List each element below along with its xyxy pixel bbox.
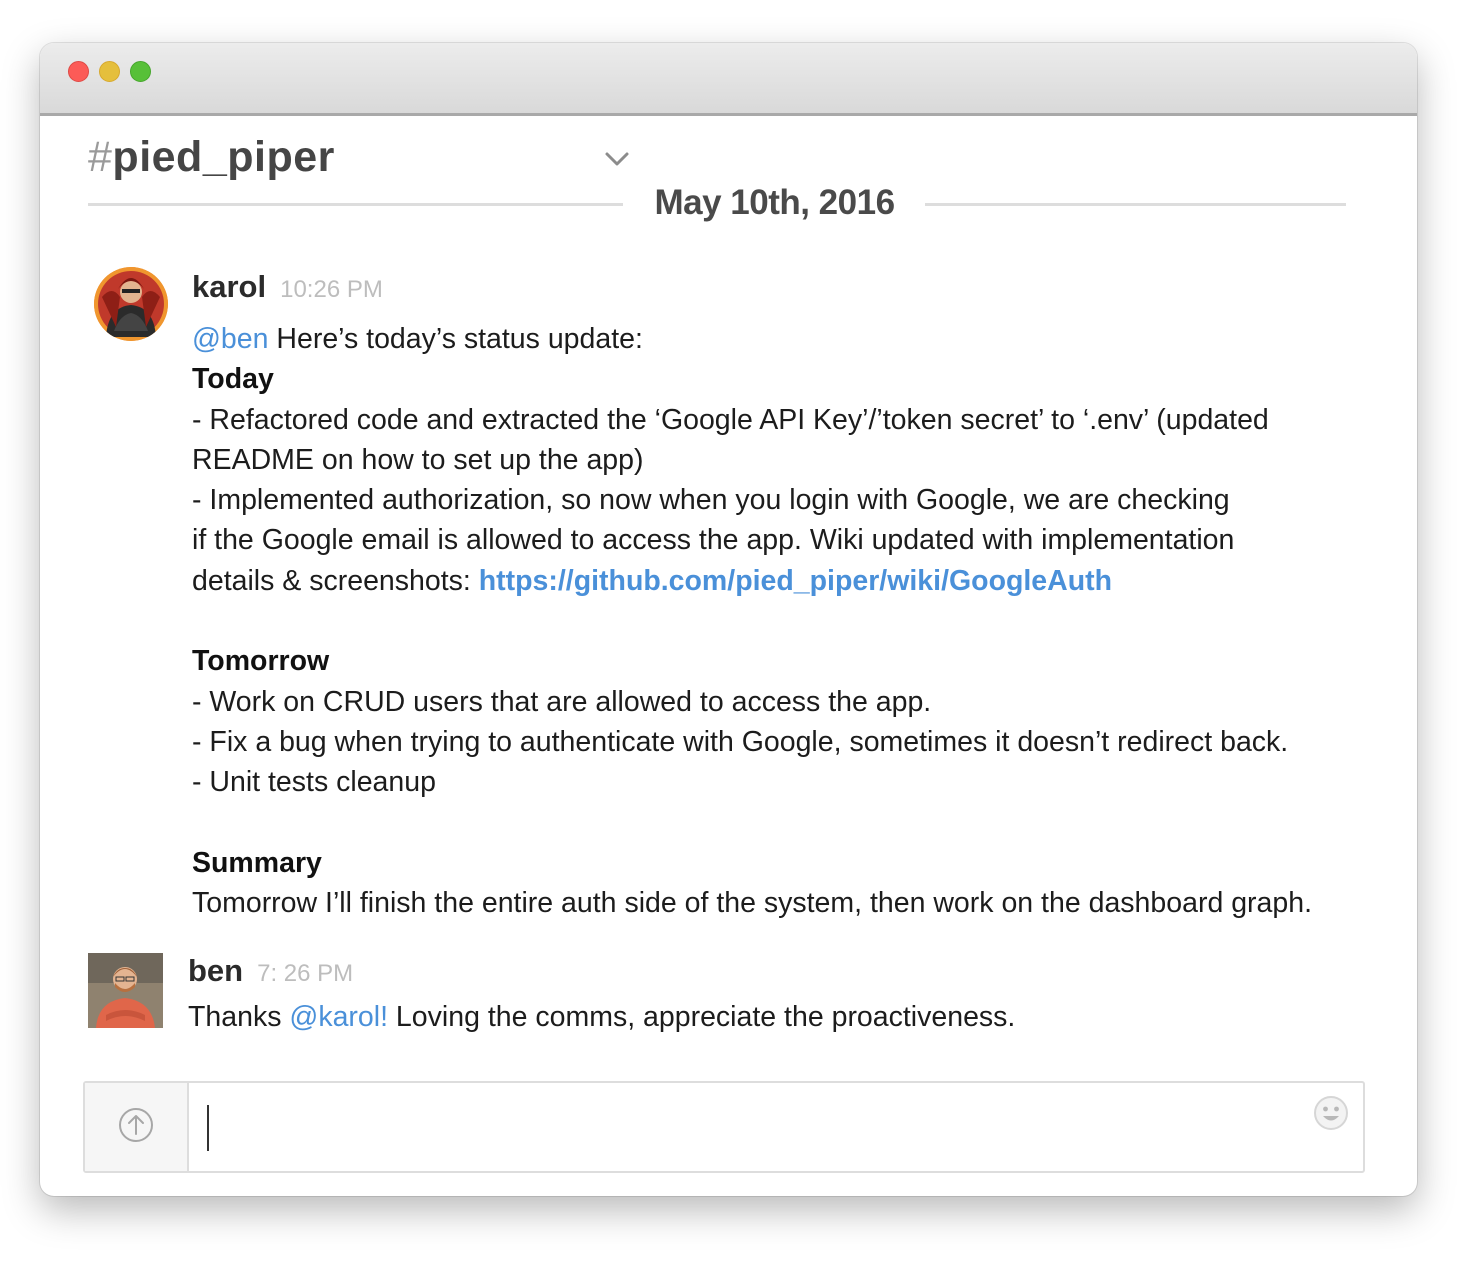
titlebar <box>40 43 1417 116</box>
channel-name: pied_piper <box>112 133 335 181</box>
chevron-down-icon[interactable] <box>604 151 630 167</box>
section-heading-today: Today <box>192 363 274 396</box>
minimize-window-button[interactable] <box>99 61 120 82</box>
date-divider-line <box>925 203 1346 206</box>
avatar-karol-image <box>94 267 168 341</box>
message-input[interactable] <box>195 1087 1295 1165</box>
close-window-button[interactable] <box>68 61 89 82</box>
header-divider <box>88 203 623 206</box>
message-timestamp[interactable]: 10:26 PM <box>280 276 383 303</box>
message-line: - Fix a bug when trying to authenticate … <box>192 725 1289 758</box>
date-divider-label: May 10th, 2016 <box>654 183 895 222</box>
message-body: Thanks @karol! Loving the comms, appreci… <box>188 997 1015 1037</box>
avatar-ben-image <box>88 953 163 1028</box>
message-timestamp[interactable]: 7: 26 PM <box>257 960 353 987</box>
channel-title[interactable]: #pied_piper <box>88 133 335 182</box>
user-mention[interactable]: @karol! <box>289 1001 388 1033</box>
text-caret <box>207 1105 209 1151</box>
section-heading-summary: Summary <box>192 846 322 879</box>
message-line: @ben Here’s today’s status update: <box>192 319 1312 359</box>
avatar[interactable] <box>94 267 168 341</box>
message-line: Tomorrow I’ll finish the entire auth sid… <box>192 887 1313 920</box>
message-line: details & screenshots: https://github.co… <box>192 561 1312 601</box>
message-text: Thanks <box>188 1001 290 1033</box>
message-author[interactable]: ben <box>188 953 243 988</box>
message-text: details & screenshots: <box>192 564 479 597</box>
message-text: Here’s today’s status update: <box>268 323 643 355</box>
smiley-face-icon[interactable] <box>1313 1095 1349 1131</box>
channel-hash: # <box>88 133 113 181</box>
message-text: Loving the comms, appreciate the proacti… <box>388 1001 1016 1033</box>
maximize-window-button[interactable] <box>130 61 151 82</box>
upload-button[interactable] <box>85 1083 189 1171</box>
avatar[interactable] <box>88 953 163 1028</box>
user-mention[interactable]: @ben <box>192 323 268 355</box>
message-line: - Unit tests cleanup <box>192 766 436 799</box>
app-window: #pied_piper May 10th, 2016 karol 10:26 PM… <box>40 43 1417 1196</box>
message-body: @ben Here’s today’s status update: Today… <box>192 319 1312 923</box>
section-heading-tomorrow: Tomorrow <box>192 645 330 678</box>
message-line: README on how to set up the app) <box>192 443 644 476</box>
wiki-link[interactable]: https://github.com/pied_piper/wiki/Googl… <box>479 565 1112 597</box>
message-header: karol 10:26 PM <box>192 269 383 305</box>
message-author[interactable]: karol <box>192 269 266 304</box>
message-line: - Work on CRUD users that are allowed to… <box>192 685 932 718</box>
message-line: Thanks @karol! Loving the comms, appreci… <box>188 997 1015 1037</box>
message-composer <box>83 1081 1365 1173</box>
message-line: - Implemented authorization, so now when… <box>192 484 1230 517</box>
message-line: if the Google email is allowed to access… <box>192 524 1235 557</box>
message-header: ben 7: 26 PM <box>188 953 353 989</box>
arrow-up-circle-icon <box>119 1108 153 1142</box>
message-line: - Refactored code and extracted the ‘Goo… <box>192 403 1269 436</box>
